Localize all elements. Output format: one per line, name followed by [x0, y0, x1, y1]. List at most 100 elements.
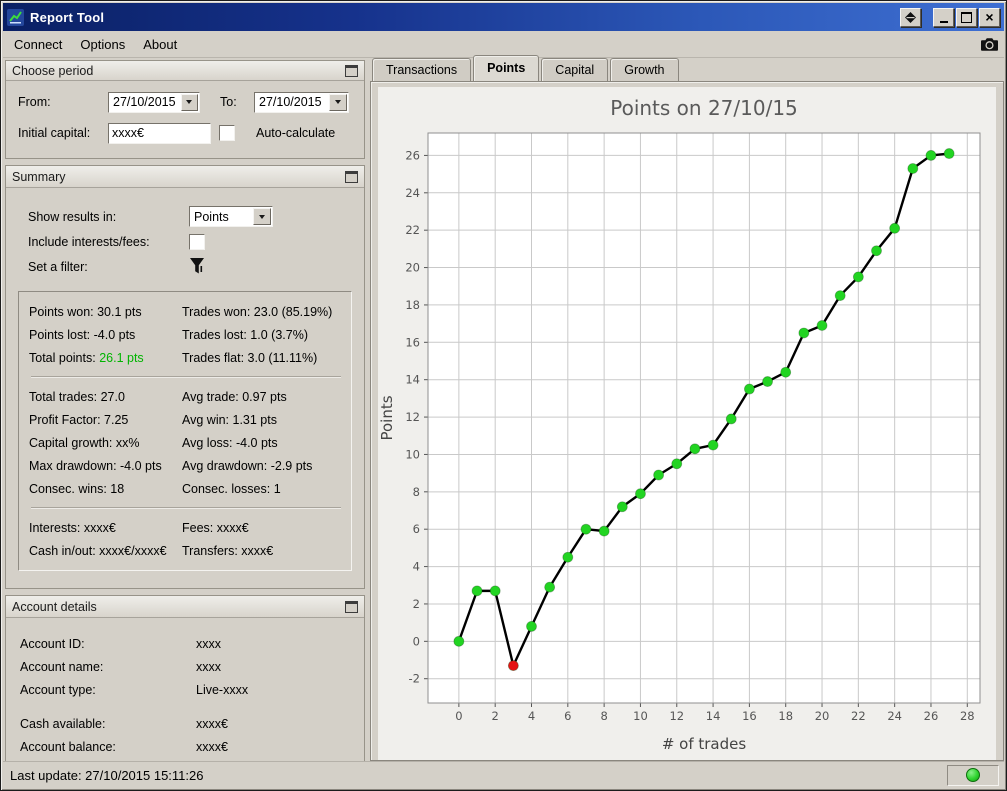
filter-funnel-icon [190, 258, 204, 274]
dropdown-button[interactable] [329, 93, 347, 111]
stats-row: Total trades: 27.0 Avg trade: 0.97 pts [29, 385, 343, 408]
stats-cell-right: Avg drawdown: -2.9 pts [182, 458, 313, 473]
tab-points[interactable]: Points [473, 55, 540, 81]
show-results-select[interactable]: Points [189, 206, 273, 227]
window-title: Report Tool [30, 9, 105, 25]
stats-cell-right: Trades lost: 1.0 (3.7%) [182, 327, 308, 342]
left-sidebar: Choose period From: 27/10/2015 To: 27/10… [3, 58, 367, 788]
svg-text:22: 22 [405, 223, 420, 237]
auto-calculate-checkbox[interactable] [219, 125, 235, 141]
diamond-arrows-icon [905, 11, 916, 23]
stats-cell-left: Total trades: 27.0 [29, 389, 125, 404]
stats-row: Total points: 26.1 pts Trades flat: 3.0 (… [29, 346, 343, 369]
stats-row: Points lost: -4.0 pts Trades lost: 1.0 (3… [29, 323, 343, 346]
initial-capital-label: Initial capital: [18, 126, 91, 140]
account-row: Account balance: xxxx€ [20, 735, 352, 758]
choose-period-header[interactable]: Choose period [6, 61, 364, 81]
camera-icon [980, 37, 998, 51]
svg-text:4: 4 [413, 560, 420, 574]
chevron-down-icon [335, 100, 341, 104]
stats-cell-right: Avg win: 1.31 pts [182, 412, 277, 427]
last-update-text: Last update: 27/10/2015 15:11:26 [10, 767, 204, 783]
svg-text:0: 0 [455, 709, 462, 723]
svg-text:14: 14 [405, 373, 420, 387]
stats-cell-left: Total points: 26.1 pts [29, 350, 144, 365]
connection-status-pane [947, 764, 999, 786]
account-field-label: Account balance: [20, 739, 116, 754]
status-led-icon [966, 768, 980, 782]
maximize-button[interactable] [956, 7, 977, 27]
svg-text:-2: -2 [409, 672, 420, 686]
stats-cell-left: Capital growth: xx% [29, 435, 140, 450]
minimize-button[interactable] [933, 7, 954, 27]
stats-cell-right: Trades won: 23.0 (85.19%) [182, 304, 333, 319]
stats-cell-left: Cash in/out: xxxx€/xxxx€ [29, 543, 167, 558]
from-date-value: 27/10/2015 [113, 95, 176, 109]
svg-text:12: 12 [405, 410, 420, 424]
float-panel-button[interactable] [345, 170, 358, 183]
menu-connect[interactable]: Connect [5, 34, 71, 55]
dropdown-button[interactable] [180, 93, 198, 111]
menu-about[interactable]: About [134, 34, 186, 55]
stats-cell-right: Trades flat: 3.0 (11.11%) [182, 350, 318, 365]
stats-separator [31, 507, 341, 509]
include-interests-label: Include interests/fees: [28, 234, 150, 249]
stats-row: Points won: 30.1 pts Trades won: 23.0 (85… [29, 300, 343, 323]
close-icon: × [985, 9, 994, 25]
from-label: From: [18, 95, 51, 109]
close-button[interactable]: × [979, 7, 1000, 27]
dropdown-button[interactable] [253, 208, 271, 225]
to-date-value: 27/10/2015 [259, 95, 322, 109]
svg-text:6: 6 [413, 522, 420, 536]
menu-items: Connect Options About [5, 34, 186, 55]
account-field-value: xxxx€ [196, 739, 228, 754]
stats-cell-left: Points won: 30.1 pts [29, 304, 142, 319]
float-panel-button[interactable] [345, 600, 358, 613]
from-date-select[interactable]: 27/10/2015 [108, 91, 200, 113]
account-field-label: Account type: [20, 682, 96, 697]
include-interests-checkbox[interactable] [189, 233, 205, 250]
panel-choose-period: Choose period From: 27/10/2015 To: 27/10… [5, 60, 365, 159]
app-window: Report Tool × Connect Options About Choo… [0, 0, 1007, 791]
stats-row: Cash in/out: xxxx€/xxxx€ Transfers: xxxx€ [29, 539, 343, 562]
stats-cell-left: Profit Factor: 7.25 [29, 412, 129, 427]
stats-cell-left: Points lost: -4.0 pts [29, 327, 136, 342]
account-details-header[interactable]: Account details [6, 596, 364, 618]
filter-button[interactable] [189, 257, 205, 276]
svg-text:4: 4 [528, 709, 535, 723]
panel-title: Account details [12, 599, 97, 614]
workspace-switch-button[interactable] [900, 7, 921, 27]
svg-text:2: 2 [413, 597, 420, 611]
float-panel-button[interactable] [345, 64, 358, 77]
menu-options[interactable]: Options [71, 34, 134, 55]
stats-cell-right: Transfers: xxxx€ [182, 543, 274, 558]
account-field-label: Account ID: [20, 636, 85, 651]
svg-text:8: 8 [600, 709, 607, 723]
to-date-select[interactable]: 27/10/2015 [254, 91, 349, 113]
chevron-down-icon [259, 214, 265, 219]
minimize-icon [939, 21, 948, 23]
tab-growth[interactable]: Growth [610, 58, 679, 81]
account-field-value: xxxx€ [196, 716, 228, 731]
svg-text:20: 20 [405, 261, 420, 275]
svg-text:10: 10 [405, 447, 420, 461]
titlebar[interactable]: Report Tool × [3, 3, 1004, 31]
show-results-label: Show results in: [28, 209, 117, 224]
svg-text:24: 24 [887, 709, 902, 723]
stats-row: Consec. wins: 18 Consec. losses: 1 [29, 477, 343, 500]
tab-transactions[interactable]: Transactions [372, 58, 472, 81]
summary-header[interactable]: Summary [6, 166, 364, 188]
auto-calculate-label: Auto-calculate [256, 126, 336, 140]
tab-capital[interactable]: Capital [541, 58, 609, 81]
account-field-label: Account name: [20, 659, 104, 674]
panel-title: Choose period [12, 63, 94, 78]
stats-cell-left: Consec. wins: 18 [29, 481, 125, 496]
panel-summary: Summary Show results in: Points Include … [5, 165, 365, 589]
svg-text:6: 6 [564, 709, 571, 723]
account-row: Account name: xxxx [20, 655, 352, 678]
screenshot-camera-button[interactable] [976, 33, 1002, 55]
initial-capital-input[interactable] [108, 122, 211, 144]
account-field-value: xxxx [196, 636, 221, 651]
svg-text:16: 16 [742, 709, 757, 723]
statusbar: Last update: 27/10/2015 15:11:26 [3, 761, 1004, 788]
